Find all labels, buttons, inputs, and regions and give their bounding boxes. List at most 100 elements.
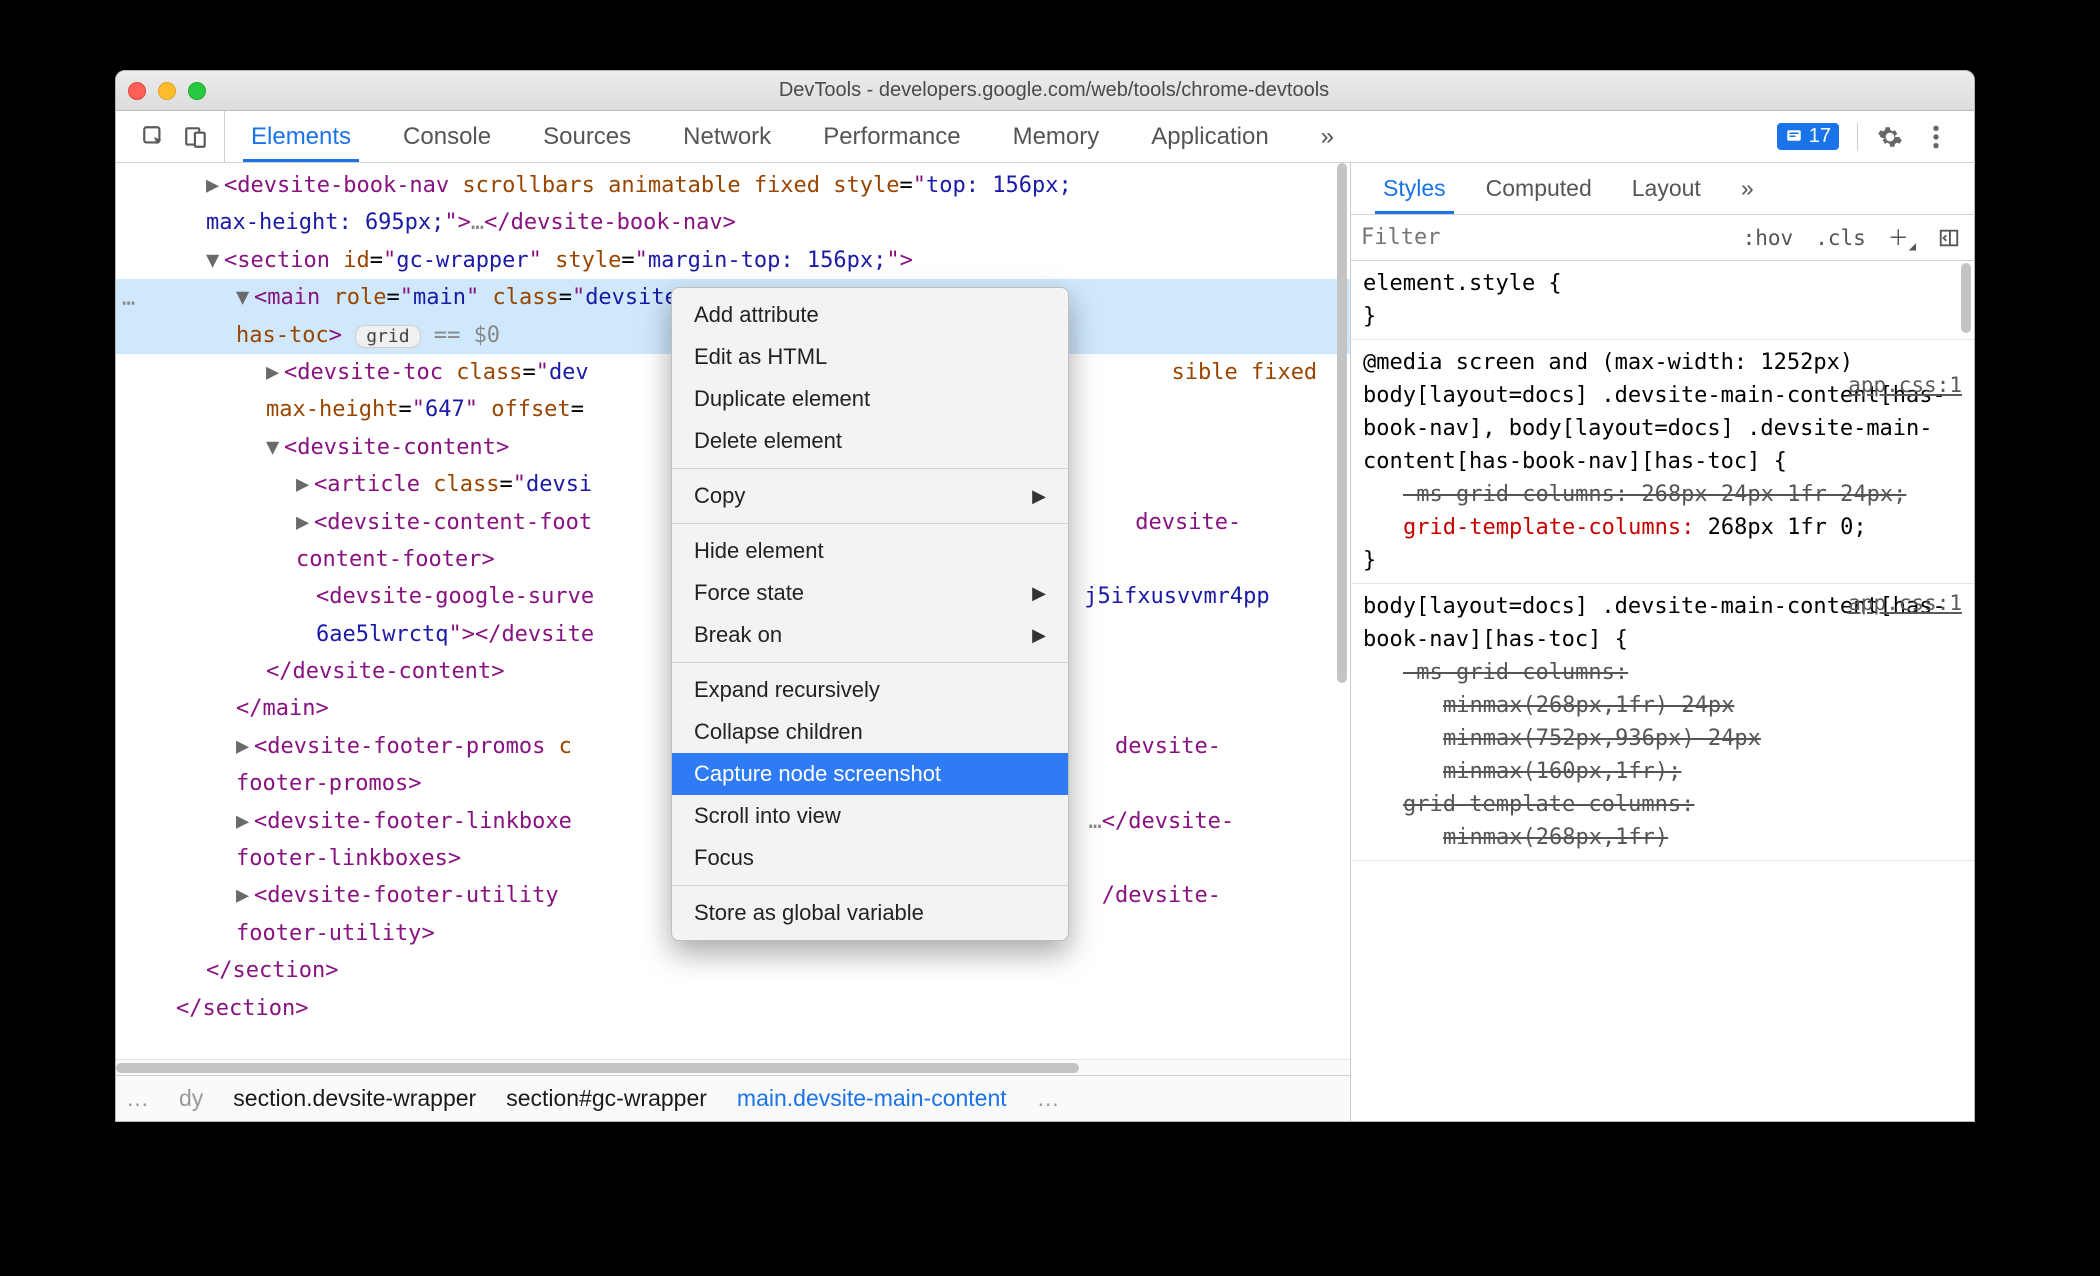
prop-name: grid-template-columns: (1403, 515, 1694, 540)
menu-item-label: Scroll into view (694, 803, 841, 829)
context-menu: Add attribute Edit as HTML Duplicate eleme… (671, 287, 1069, 941)
prop-strike: minmax(268px,1fr) 24px (1363, 689, 1962, 722)
menu-item[interactable]: Scroll into view (672, 795, 1068, 837)
tab-label: Console (403, 123, 491, 151)
styles-tabbar: Styles Computed Layout » (1351, 163, 1974, 215)
scrollbar[interactable] (1332, 163, 1350, 743)
tab-label: Memory (1013, 123, 1100, 151)
menu-item[interactable]: Add attribute (672, 294, 1068, 336)
scrollbar[interactable] (1961, 263, 1971, 333)
menu-item[interactable]: Store as global variable (672, 892, 1068, 934)
style-rule[interactable]: app.css:1 body[layout=docs] .devsite-mai… (1351, 584, 1974, 861)
traffic-lights (128, 82, 206, 100)
error-count: 17 (1809, 125, 1831, 148)
gear-icon[interactable] (1876, 123, 1904, 151)
errors-badge[interactable]: 17 (1777, 123, 1839, 150)
menu-item-label: Force state (694, 580, 804, 606)
breadcrumb-item-active[interactable]: main.devsite-main-content (737, 1085, 1007, 1112)
filter-row: :hov .cls ＋◢ (1351, 215, 1974, 261)
main-tabbar: Elements Console Sources Network Perform… (116, 111, 1974, 163)
tab-layout[interactable]: Layout (1612, 163, 1721, 214)
menu-item[interactable]: Copy▶ (672, 475, 1068, 517)
cls-toggle[interactable]: .cls (1811, 226, 1870, 250)
breadcrumb-item[interactable]: section#gc-wrapper (506, 1085, 707, 1112)
equals-dollar0: == $0 (434, 323, 500, 348)
filter-input[interactable] (1361, 225, 1725, 250)
grid-badge[interactable]: grid (355, 325, 420, 348)
menu-separator (672, 468, 1068, 469)
devtools-window: DevTools - developers.google.com/web/too… (115, 70, 1975, 1122)
hov-toggle[interactable]: :hov (1739, 226, 1798, 250)
prop-name: grid-template-columns: (1403, 792, 1694, 817)
menu-item-label: Focus (694, 845, 754, 871)
tab-memory[interactable]: Memory (987, 111, 1126, 162)
breadcrumb: … dy section.devsite-wrapper section#gc-… (116, 1075, 1350, 1121)
tab-overflow[interactable]: » (1295, 111, 1360, 162)
style-rule[interactable]: element.style { } (1351, 261, 1974, 340)
kebab-icon[interactable] (1922, 123, 1950, 151)
styles-overflow[interactable]: » (1721, 163, 1774, 214)
source-link[interactable]: app.css:1 (1848, 588, 1962, 620)
menu-item-label: Edit as HTML (694, 344, 827, 370)
breadcrumb-item[interactable]: section.devsite-wrapper (233, 1085, 476, 1112)
styles-body[interactable]: element.style { } app.css:1 @media scree… (1351, 261, 1974, 1121)
inspect-icon[interactable] (140, 123, 168, 151)
menu-item[interactable]: Collapse children (672, 711, 1068, 753)
tab-styles[interactable]: Styles (1363, 163, 1466, 214)
selector-text: element.style { (1363, 267, 1962, 300)
close-icon[interactable] (128, 82, 146, 100)
menu-item-label: Duplicate element (694, 386, 870, 412)
menu-item-label: Store as global variable (694, 900, 924, 926)
menu-separator (672, 885, 1068, 886)
menu-item[interactable]: Delete element (672, 420, 1068, 462)
submenu-arrow-icon: ▶ (1032, 486, 1046, 507)
menu-item[interactable]: Focus (672, 837, 1068, 879)
menu-item[interactable]: Break on ▶ (672, 614, 1068, 656)
menu-item[interactable]: Hide element (672, 530, 1068, 572)
prop-strike: minmax(160px,1fr); (1363, 755, 1962, 788)
menu-item-label: Hide element (694, 538, 824, 564)
tab-network[interactable]: Network (657, 111, 797, 162)
menu-item[interactable]: Edit as HTML (672, 336, 1068, 378)
menu-separator (672, 662, 1068, 663)
tab-performance[interactable]: Performance (797, 111, 986, 162)
breadcrumb-item[interactable]: dy (179, 1085, 203, 1112)
menu-item[interactable]: Force state▶ (672, 572, 1068, 614)
source-link[interactable]: app.css:1 (1848, 370, 1962, 402)
menu-item-label: Break on (694, 622, 782, 648)
tab-console[interactable]: Console (377, 111, 517, 162)
tab-application[interactable]: Application (1125, 111, 1294, 162)
new-rule-icon[interactable]: ＋◢ (1884, 222, 1920, 253)
overflow-icon: » (1321, 123, 1334, 151)
menu-item-label: Add attribute (694, 302, 819, 328)
tree-row[interactable]: ▶<devsite-book-nav scrollbars animatable… (116, 167, 1350, 204)
menu-item-label: Expand recursively (694, 677, 880, 703)
tree-row[interactable]: </section> (116, 952, 1350, 989)
tree-row[interactable]: ▼<section id="gc-wrapper" style="margin-… (116, 242, 1350, 279)
menu-item[interactable]: Expand recursively (672, 669, 1068, 711)
menu-item[interactable]: Capture node screenshot (672, 753, 1068, 795)
menu-item[interactable]: Duplicate element (672, 378, 1068, 420)
breadcrumb-ell-left[interactable]: … (126, 1085, 149, 1112)
window-title: DevTools - developers.google.com/web/too… (206, 79, 1902, 102)
tree-row[interactable]: max-height: 695px;">…</devsite-book-nav> (116, 204, 1350, 241)
menu-separator (672, 523, 1068, 524)
minimize-icon[interactable] (158, 82, 176, 100)
prop-strike: minmax(752px,936px) 24px (1363, 722, 1962, 755)
tab-computed[interactable]: Computed (1466, 163, 1612, 214)
zoom-icon[interactable] (188, 82, 206, 100)
style-rule[interactable]: app.css:1 @media screen and (max-width: … (1351, 340, 1974, 584)
brace-close: } (1363, 544, 1962, 577)
prop-strike: -ms-grid-columns: 268px 24px 1fr 24px; (1363, 478, 1962, 511)
brace-close: } (1363, 300, 1962, 333)
dots-icon[interactable]: ⋯ (122, 285, 135, 322)
submenu-arrow-icon: ▶ (1032, 625, 1046, 646)
device-toggle-icon[interactable] (182, 123, 210, 151)
tab-elements[interactable]: Elements (225, 111, 377, 162)
sidebar-toggle-icon[interactable] (1934, 227, 1964, 249)
h-scrollbar[interactable] (116, 1059, 1350, 1075)
tab-sources[interactable]: Sources (517, 111, 657, 162)
tab-label: Application (1151, 123, 1268, 151)
tree-row[interactable]: </section> (116, 990, 1350, 1027)
breadcrumb-ell-right[interactable]: … (1037, 1085, 1060, 1112)
